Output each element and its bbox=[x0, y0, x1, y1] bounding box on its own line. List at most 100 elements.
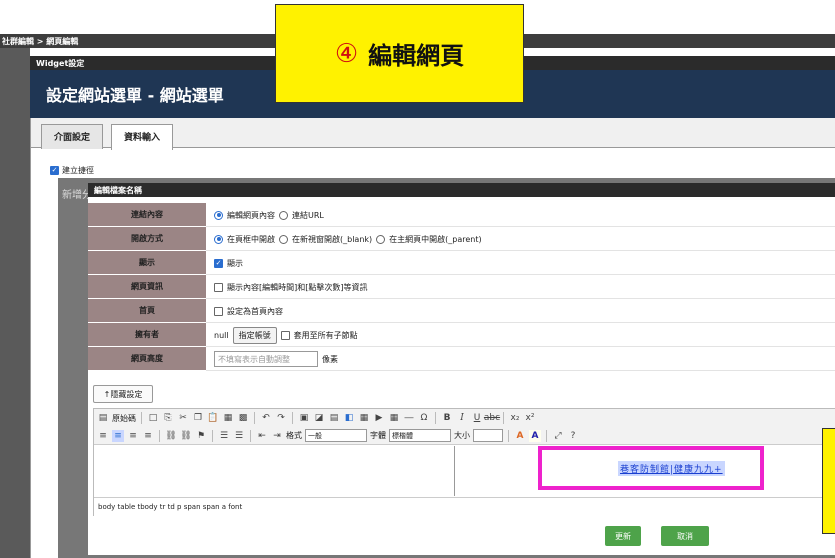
grid-icon[interactable]: ▦ bbox=[388, 412, 400, 424]
row-open-mode: 開啟方式 在頁框中開啟 在新視窗開啟(_blank) 在主網頁中開啟(_pare… bbox=[88, 227, 835, 251]
checkbox-label: 顯示 bbox=[227, 258, 243, 268]
highlight-box bbox=[538, 446, 764, 490]
numbered-list-icon[interactable]: ☰ bbox=[218, 430, 230, 442]
text-color-icon[interactable]: A bbox=[514, 430, 526, 442]
toolbar-separator bbox=[212, 429, 213, 442]
row-page-info: 網頁資訊 顯示內容[編輯時間]和[點擊次數]等資訊 bbox=[88, 275, 835, 299]
create-shortcut[interactable]: ✓ 建立捷徑 bbox=[50, 165, 94, 176]
assign-account-button[interactable]: 指定帳號 bbox=[232, 326, 277, 344]
checkbox-apply-children[interactable] bbox=[280, 330, 290, 340]
special-char-icon[interactable]: Ω bbox=[418, 412, 430, 424]
justify-icon[interactable]: ≡ bbox=[142, 430, 154, 442]
editor-cell-divider bbox=[454, 446, 455, 496]
indent-icon[interactable]: ⇥ bbox=[271, 430, 283, 442]
strikethrough-icon[interactable]: abc bbox=[484, 412, 500, 424]
checkbox-checked-icon[interactable]: ✓ bbox=[50, 166, 59, 175]
row-label: 顯示 bbox=[88, 251, 206, 275]
row-value: 不填寫表示自動調整 像素 bbox=[214, 347, 338, 371]
source-icon[interactable]: ▤ bbox=[97, 412, 109, 424]
checkbox-page-info[interactable] bbox=[214, 282, 223, 292]
editor-toolbar-row-2: ≡ ≡ ≡ ≡ ⛓ ⛓ ⚑ ☰ ☰ ⇤ ⇥ 格式 一般 字體 標楷體 大小 A … bbox=[94, 427, 835, 445]
row-value: ✓ 顯示 bbox=[214, 251, 243, 275]
bg-color-icon[interactable]: A bbox=[529, 429, 541, 442]
row-value: null 指定帳號 套用至所有子節點 bbox=[214, 323, 358, 347]
row-label: 擁有者 bbox=[88, 323, 206, 347]
update-button[interactable]: 更新 bbox=[605, 526, 641, 546]
bold-icon[interactable]: B bbox=[441, 412, 453, 424]
toolbar-separator bbox=[508, 429, 509, 442]
checkbox-display[interactable]: ✓ bbox=[214, 258, 223, 268]
editor-toolbar-row-1: ▤ 原始碼 □ ⎘ ✂ ❐ 📋 ▦ ▩ ↶ ↷ ▣ ◪ ▤ ◧ ▦ ▶ ▦ ― … bbox=[94, 409, 835, 427]
page-title: 設定網站選單 - 網站選單 bbox=[46, 86, 224, 105]
dialog-title: 編輯檔案名稱 bbox=[94, 186, 142, 195]
callout-edge bbox=[822, 428, 835, 534]
new-page-icon[interactable]: □ bbox=[147, 412, 159, 424]
font-value: 標楷體 bbox=[392, 431, 413, 440]
paste-text-icon[interactable]: ▦ bbox=[222, 412, 234, 424]
image-icon[interactable]: ▣ bbox=[298, 412, 310, 424]
italic-icon[interactable]: I bbox=[456, 412, 468, 424]
size-select[interactable] bbox=[473, 429, 503, 442]
cancel-button[interactable]: 取消 bbox=[661, 526, 709, 546]
bulleted-list-icon[interactable]: ☰ bbox=[233, 430, 245, 442]
toolbar-separator bbox=[503, 412, 504, 424]
row-label: 連結內容 bbox=[88, 203, 206, 227]
table-icon[interactable]: ▦ bbox=[358, 412, 370, 424]
eraser-icon[interactable]: ◪ bbox=[313, 412, 325, 424]
toolbar-separator bbox=[292, 412, 293, 424]
row-home: 首頁 設定為首頁內容 bbox=[88, 299, 835, 323]
row-height: 網頁高度 不填寫表示自動調整 像素 bbox=[88, 347, 835, 371]
maximize-icon[interactable]: ⤢ bbox=[552, 430, 564, 442]
row-value: 設定為首頁內容 bbox=[214, 299, 283, 323]
radio-edit-content[interactable] bbox=[214, 210, 223, 220]
font-select[interactable]: 標楷體 bbox=[389, 429, 451, 442]
horizontal-rule-icon[interactable]: ― bbox=[403, 412, 415, 424]
step-number: ④ bbox=[334, 38, 359, 69]
flash-icon[interactable]: ▤ bbox=[328, 412, 340, 424]
link-icon[interactable]: ⛓ bbox=[165, 430, 177, 442]
redo-icon[interactable]: ↷ bbox=[275, 412, 287, 424]
outdent-icon[interactable]: ⇤ bbox=[256, 430, 268, 442]
align-center-icon[interactable]: ≡ bbox=[112, 429, 124, 442]
radio-label: 在頁框中開啟 bbox=[227, 234, 275, 244]
undo-icon[interactable]: ↶ bbox=[260, 412, 272, 424]
radio-open-blank[interactable] bbox=[279, 234, 288, 244]
unlink-icon[interactable]: ⛓ bbox=[180, 430, 192, 442]
row-owner: 擁有者 null 指定帳號 套用至所有子節點 bbox=[88, 323, 835, 347]
checkbox-label: 顯示內容[編輯時間]和[點擊次數]等資訊 bbox=[227, 282, 368, 292]
radio-open-frame[interactable] bbox=[214, 234, 223, 244]
superscript-icon[interactable]: x² bbox=[524, 412, 536, 424]
copy-icon[interactable]: ❐ bbox=[192, 412, 204, 424]
tab-interface-settings[interactable]: 介面設定 bbox=[41, 124, 104, 149]
youtube-icon[interactable]: ▶ bbox=[373, 412, 385, 424]
row-value: 顯示內容[編輯時間]和[點擊次數]等資訊 bbox=[214, 275, 367, 299]
anchor-icon[interactable]: ⚑ bbox=[195, 430, 207, 442]
element-path-bar: body table tbody tr td p span span a fon… bbox=[94, 497, 835, 516]
radio-link-url[interactable] bbox=[279, 210, 288, 220]
format-select[interactable]: 一般 bbox=[305, 429, 367, 442]
align-left-icon[interactable]: ≡ bbox=[97, 430, 109, 442]
tab-data-input[interactable]: 資料輸入 bbox=[111, 124, 174, 150]
step-callout: ④ 編輯網頁 bbox=[275, 4, 524, 103]
row-label: 開啟方式 bbox=[88, 227, 206, 251]
help-icon[interactable]: ? bbox=[567, 430, 579, 442]
paste-icon[interactable]: 📋 bbox=[207, 412, 219, 424]
row-value: 編輯網頁內容 連結URL bbox=[214, 203, 324, 227]
radio-open-parent[interactable] bbox=[376, 234, 386, 244]
media-icon[interactable]: ◧ bbox=[343, 412, 355, 424]
checkbox-home[interactable] bbox=[214, 306, 223, 316]
format-label: 格式 bbox=[286, 431, 302, 440]
source-label[interactable]: 原始碼 bbox=[112, 413, 136, 424]
row-display: 顯示 ✓ 顯示 bbox=[88, 251, 835, 275]
hide-settings-button[interactable]: ↑隱藏設定 bbox=[93, 385, 153, 403]
size-label: 大小 bbox=[454, 431, 470, 440]
cut-icon[interactable]: ✂ bbox=[177, 412, 189, 424]
subscript-icon[interactable]: x₂ bbox=[509, 412, 521, 424]
preview-icon[interactable]: ⎘ bbox=[162, 412, 174, 424]
owner-value: null bbox=[214, 330, 229, 340]
underline-icon[interactable]: U bbox=[471, 412, 483, 424]
paste-word-icon[interactable]: ▩ bbox=[237, 412, 249, 424]
height-input[interactable]: 不填寫表示自動調整 bbox=[214, 351, 318, 367]
toolbar-separator bbox=[159, 429, 160, 442]
align-right-icon[interactable]: ≡ bbox=[127, 430, 139, 442]
